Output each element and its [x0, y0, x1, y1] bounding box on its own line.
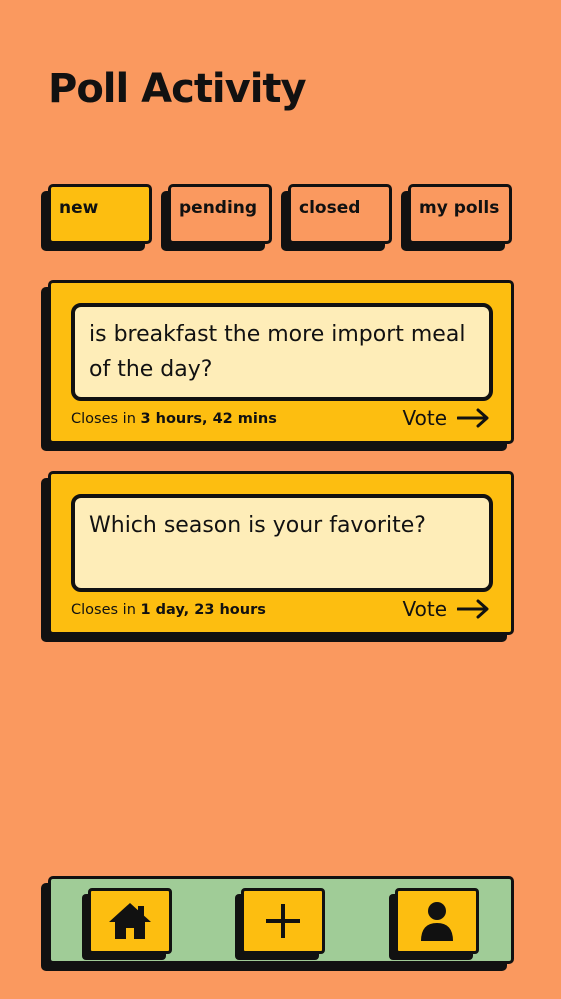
closes-prefix: Closes in: [71, 602, 136, 618]
poll-closes: Closes in 3 hours, 42 mins: [71, 411, 277, 427]
nav-profile-button[interactable]: [395, 888, 479, 954]
tab-my-polls[interactable]: my polls: [408, 184, 512, 244]
arrow-right-icon: [457, 599, 489, 619]
poll-card: Which season is your favorite? Closes in…: [48, 471, 514, 635]
poll-closes: Closes in 1 day, 23 hours: [71, 602, 266, 618]
closes-time: 3 hours, 42 mins: [140, 411, 277, 427]
closes-prefix: Closes in: [71, 411, 136, 427]
vote-label: Vote: [402, 597, 447, 621]
user-icon: [421, 902, 453, 941]
plus-icon: [266, 904, 300, 938]
vote-button[interactable]: Vote: [402, 597, 489, 621]
poll-question: Which season is your favorite?: [71, 494, 493, 592]
vote-label: Vote: [402, 406, 447, 430]
tab-pending[interactable]: pending: [168, 184, 272, 244]
nav-home-button[interactable]: [88, 888, 172, 954]
tab-new[interactable]: new: [48, 184, 152, 244]
closes-time: 1 day, 23 hours: [140, 602, 266, 618]
home-icon: [109, 903, 151, 939]
poll-question: is breakfast the more import meal of the…: [71, 303, 493, 401]
poll-card: is breakfast the more import meal of the…: [48, 280, 514, 444]
filter-tabs: new pending closed my polls: [48, 184, 516, 252]
page-title: Poll Activity: [48, 66, 307, 112]
arrow-right-icon: [457, 408, 489, 428]
bottom-nav: [48, 876, 514, 964]
nav-create-button[interactable]: [241, 888, 325, 954]
tab-closed[interactable]: closed: [288, 184, 392, 244]
vote-button[interactable]: Vote: [402, 406, 489, 430]
